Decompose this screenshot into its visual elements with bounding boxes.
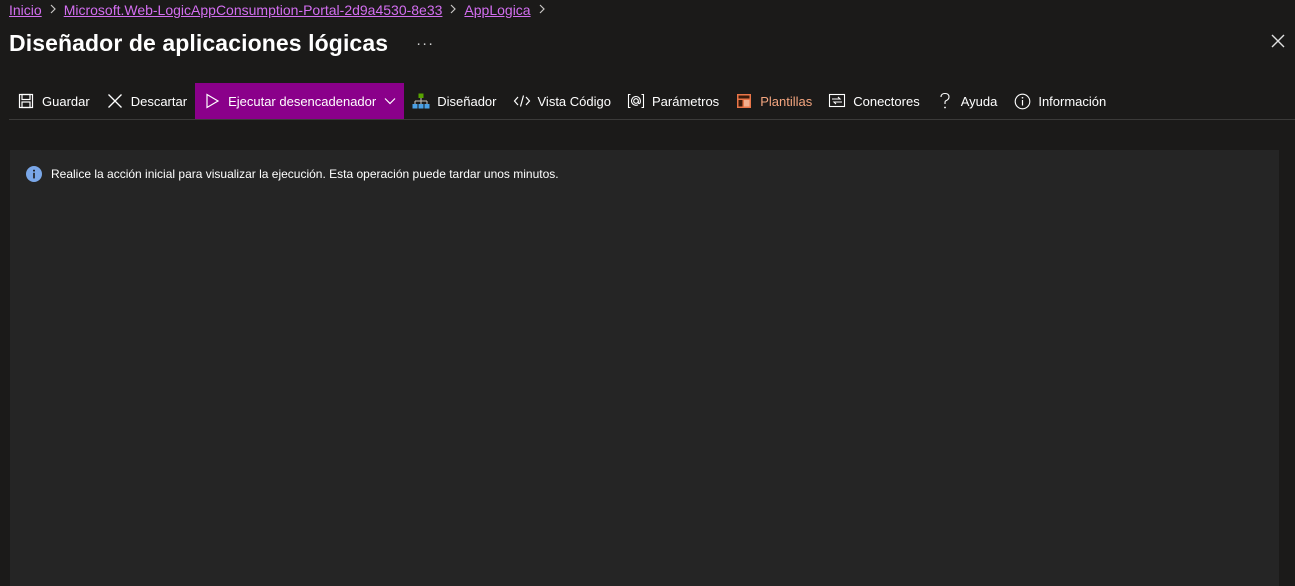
connectors-icon [828, 92, 846, 110]
title-row: Diseñador de aplicaciones lógicas ··· [9, 28, 438, 58]
discard-button[interactable]: Descartar [98, 83, 195, 119]
discard-label: Descartar [130, 93, 188, 109]
parameters-label: Parámetros [651, 93, 720, 109]
chevron-right-icon [531, 3, 553, 17]
parameters-button[interactable]: Parámetros [619, 83, 727, 119]
save-label: Guardar [42, 93, 90, 109]
designer-label: Diseñador [437, 93, 497, 109]
info-icon [1013, 92, 1031, 110]
toolbar-divider [9, 119, 1295, 120]
chevron-right-icon [442, 3, 464, 17]
connectors-label: Conectores [853, 93, 920, 109]
parameters-icon [627, 92, 645, 110]
save-button[interactable]: Guardar [9, 83, 98, 119]
help-button[interactable]: Ayuda [928, 83, 1006, 119]
info-message: Realice la acción inicial para visualiza… [26, 166, 559, 182]
help-icon [936, 92, 954, 110]
save-icon [17, 92, 35, 110]
templates-label: Plantillas [760, 93, 813, 109]
page-title: Diseñador de aplicaciones lógicas [9, 29, 389, 56]
breadcrumb-logic-app[interactable]: AppLogica [464, 2, 530, 18]
designer-canvas[interactable]: Realice la acción inicial para visualiza… [10, 150, 1279, 586]
breadcrumb: Inicio Microsoft.Web-LogicAppConsumption… [9, 0, 553, 20]
more-options-button[interactable]: ··· [412, 35, 438, 52]
designer-icon [412, 92, 430, 110]
info-button[interactable]: Información [1005, 83, 1114, 119]
breadcrumb-home[interactable]: Inicio [9, 2, 42, 18]
close-icon [106, 92, 124, 110]
code-icon [513, 92, 531, 110]
info-icon [26, 166, 42, 182]
designer-button[interactable]: Diseñador [404, 83, 504, 119]
run-trigger-button[interactable]: Ejecutar desencadenador [195, 83, 405, 119]
info-label: Información [1038, 93, 1107, 109]
code-view-label: Vista Código [537, 93, 611, 109]
code-view-button[interactable]: Vista Código [505, 83, 619, 119]
close-icon[interactable] [1269, 32, 1287, 50]
run-trigger-label: Ejecutar desencadenador [228, 93, 377, 109]
templates-icon [735, 92, 753, 110]
breadcrumb-resource-group[interactable]: Microsoft.Web-LogicAppConsumption-Portal… [64, 2, 443, 18]
toolbar: Guardar Descartar Ejecutar desencadenado… [9, 83, 1114, 119]
info-message-text: Realice la acción inicial para visualiza… [51, 167, 559, 181]
help-label: Ayuda [960, 93, 998, 109]
play-icon [203, 92, 221, 110]
connectors-button[interactable]: Conectores [820, 83, 927, 119]
chevron-right-icon [42, 3, 64, 17]
templates-button[interactable]: Plantillas [727, 83, 820, 119]
chevron-down-icon[interactable] [384, 97, 396, 105]
